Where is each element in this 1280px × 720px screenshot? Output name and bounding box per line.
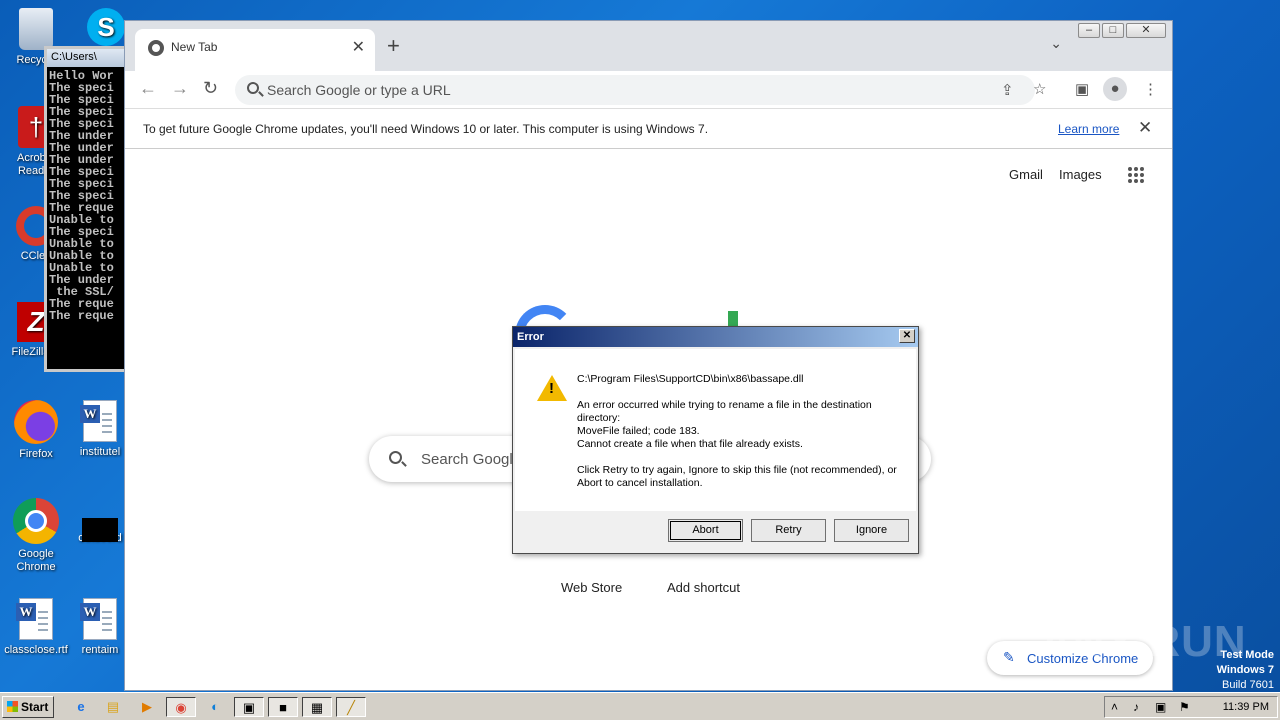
test-mode-text: Test Mode Windows 7 Build 7601 <box>1217 648 1274 693</box>
cleaner-taskbar-icon[interactable]: ╱ <box>336 697 366 717</box>
start-button[interactable]: Start <box>2 696 54 718</box>
desktop-icon-classclose[interactable]: classclose.rtf <box>0 598 72 657</box>
ie-icon[interactable]: e <box>66 697 96 717</box>
side-panel-icon[interactable]: ▣ <box>1075 80 1089 98</box>
error-message-1: An error occurred while trying to rename… <box>577 399 872 424</box>
cmd-output: Hello Wor The speci The speci The speci … <box>49 69 114 323</box>
dialog-title-bar: Error ✕ <box>513 327 918 347</box>
chrome-icon <box>13 498 59 544</box>
learn-more-link[interactable]: Learn more <box>1058 122 1119 136</box>
menu-kebab-icon[interactable]: ⋮ <box>1143 80 1158 98</box>
word-document-icon <box>80 400 117 442</box>
tab-close-icon[interactable]: ✕ <box>352 37 365 57</box>
cmd-title: C:\Users\ <box>47 49 124 67</box>
abort-button[interactable]: Abort <box>668 519 743 542</box>
desktop-icon-chrome[interactable]: Google Chrome <box>0 498 72 574</box>
error-file-path: C:\Program Files\SupportCD\bin\x86\bassa… <box>577 373 804 385</box>
back-arrow-icon[interactable]: ← <box>139 78 157 99</box>
warning-icon: ! <box>537 375 567 401</box>
bookmark-star-icon[interactable]: ☆ <box>1033 80 1046 98</box>
chrome-favicon-icon <box>148 40 164 56</box>
cmd-taskbar-icon[interactable]: ■ <box>268 697 298 717</box>
word-document-icon <box>16 598 53 640</box>
maximize-button[interactable]: □ <box>1102 23 1124 38</box>
installer-taskbar-icon[interactable]: ▣ <box>234 697 264 717</box>
test-mode-line: Test Mode <box>1220 649 1274 661</box>
edge-icon[interactable]: ◐ <box>200 697 230 717</box>
skype-icon[interactable]: S <box>86 8 126 50</box>
test-mode-line: Windows 7 <box>1216 664 1274 676</box>
media-player-icon[interactable]: ▶ <box>132 697 162 717</box>
explorer-folder-icon[interactable]: ▤ <box>98 697 128 717</box>
dialog-body: ! C:\Program Files\SupportCD\bin\x86\bas… <box>515 349 916 511</box>
error-message-2: MoveFile failed; code 183. <box>577 425 700 437</box>
tab-strip: New Tab ✕ + ⌄ – □ ✕ <box>125 21 1172 71</box>
cmd-window[interactable]: C:\Users\ Hello Wor The speci The speci … <box>44 46 124 372</box>
error-dialog[interactable]: Error ✕ ! C:\Program Files\SupportCD\bin… <box>512 326 919 554</box>
search-icon <box>389 451 402 464</box>
firefox-icon <box>14 400 58 444</box>
desktop-icon-label: classclose.rtf <box>4 644 68 656</box>
volume-icon[interactable]: ♪ <box>1133 700 1139 714</box>
infobar-message: To get future Google Chrome updates, you… <box>143 122 709 136</box>
taskbar: Start e ▤ ▶ ◉ ◐ ▣ ■ ▦ ╱ ˄ ♪ ▣ ⚑ 11:39 PM <box>0 692 1280 720</box>
action-center-flag-icon[interactable]: ⚑ <box>1179 700 1190 714</box>
calculator-taskbar-icon[interactable]: ▦ <box>302 697 332 717</box>
desktop-icon-label: Firefox <box>19 448 53 460</box>
update-infobar: To get future Google Chrome updates, you… <box>125 109 1172 149</box>
pencil-icon: ✎ <box>1003 649 1015 665</box>
clock[interactable]: 11:39 PM <box>1223 701 1269 713</box>
omnibox[interactable]: Search Google or type a URL ⇪ ☆ <box>235 75 1046 105</box>
new-tab-plus-icon[interactable]: + <box>387 33 400 59</box>
infobar-close-icon[interactable]: ✕ <box>1138 118 1152 138</box>
reload-icon[interactable]: ↻ <box>203 78 218 99</box>
tab-new-tab[interactable]: New Tab ✕ <box>135 29 375 71</box>
dialog-title: Error <box>517 331 544 343</box>
images-link[interactable]: Images <box>1059 167 1102 182</box>
close-window-button[interactable]: ✕ <box>1126 23 1166 38</box>
google-logo-fragment <box>728 311 738 327</box>
forward-arrow-icon[interactable]: → <box>171 78 189 99</box>
error-instructions: Click Retry to try again, Ignore to skip… <box>577 464 897 489</box>
chrome-taskbar-icon[interactable]: ◉ <box>166 697 196 717</box>
google-apps-grid-icon[interactable] <box>1128 167 1144 183</box>
ignore-button[interactable]: Ignore <box>834 519 909 542</box>
black-file-icon <box>82 518 118 542</box>
word-document-icon <box>80 598 117 640</box>
system-tray: ˄ ♪ ▣ ⚑ 11:39 PM <box>1104 696 1278 718</box>
desktop-icon-label: Google Chrome <box>16 548 56 573</box>
shortcut-add[interactable]: Add shortcut <box>667 580 740 595</box>
tab-search-chevron-icon[interactable]: ⌄ <box>1050 35 1062 52</box>
ntp-search-placeholder: Search Googl <box>421 451 513 468</box>
dialog-close-button[interactable]: ✕ <box>899 329 915 343</box>
omnibox-placeholder: Search Google or type a URL <box>267 82 451 98</box>
recycle-bin-icon <box>19 8 53 50</box>
network-icon[interactable]: ▣ <box>1155 700 1166 714</box>
tab-title: New Tab <box>171 40 218 54</box>
search-icon <box>247 82 259 94</box>
tray-expand-icon[interactable]: ˄ <box>1111 700 1118 714</box>
test-mode-line: Build 7601 <box>1222 679 1274 691</box>
error-message-3: Cannot create a file when that file alre… <box>577 438 803 450</box>
toolbar: ← → ↻ Search Google or type a URL ⇪ ☆ ▣ … <box>125 71 1172 109</box>
minimize-button[interactable]: – <box>1078 23 1100 38</box>
profile-avatar-icon[interactable]: ● <box>1103 77 1127 101</box>
retry-button[interactable]: Retry <box>751 519 826 542</box>
gmail-link[interactable]: Gmail <box>1009 167 1043 182</box>
share-icon[interactable]: ⇪ <box>1001 81 1014 99</box>
desktop-icon-firefox[interactable]: Firefox <box>0 400 72 461</box>
shortcut-web-store[interactable]: Web Store <box>561 580 622 595</box>
